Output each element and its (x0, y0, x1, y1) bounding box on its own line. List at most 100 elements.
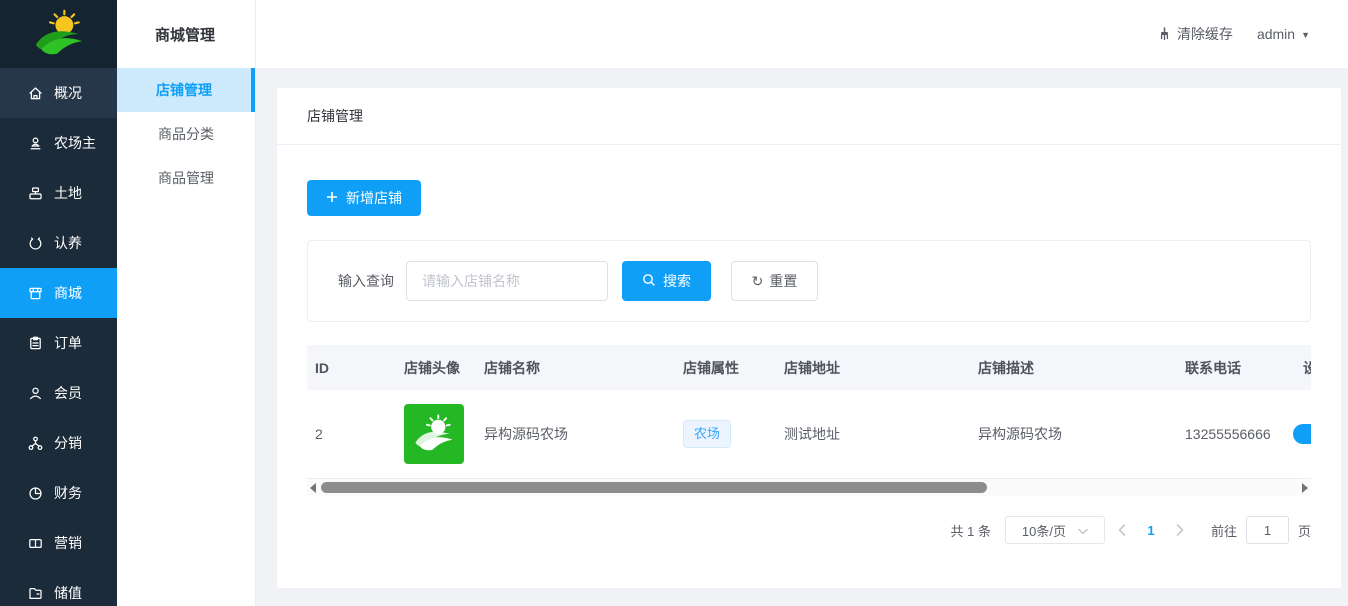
land-icon (27, 185, 44, 202)
sidebar-item-label: 认养 (54, 233, 82, 253)
username: admin (1257, 26, 1295, 42)
sub-sidebar: 商城管理 店铺管理 商品分类 商品管理 (117, 0, 256, 606)
horizontal-scrollbar (307, 479, 1311, 496)
cell-id: 2 (307, 426, 396, 442)
goto-page-input[interactable] (1246, 516, 1289, 544)
header-avatar: 店铺头像 (396, 358, 476, 378)
caret-down-icon: ▼ (1301, 30, 1310, 40)
member-icon (27, 385, 44, 402)
cell-address: 测试地址 (776, 424, 970, 444)
farmer-icon (27, 135, 44, 152)
search-button[interactable]: 搜索 (622, 261, 711, 301)
cell-store-name: 异构源码农场 (476, 424, 675, 444)
store-table: ID 店铺头像 店铺名称 店铺属性 店铺地址 店铺描述 联系电话 设置 2 (307, 345, 1311, 496)
sidebar-item-label: 订单 (54, 333, 82, 353)
sidebar-item-adopt[interactable]: 认养 (0, 218, 117, 268)
farm-logo-icon (30, 9, 88, 59)
page-title: 店铺管理 (307, 106, 363, 126)
mall-icon (27, 285, 44, 302)
submenu-title: 商城管理 (117, 0, 255, 68)
attribute-tag: 农场 (683, 420, 731, 448)
header-attribute: 店铺属性 (675, 358, 776, 378)
plus-icon (326, 190, 338, 206)
scroll-left-arrow[interactable] (307, 483, 319, 493)
main-area: 清除缓存 admin ▼ 店铺管理 新增店铺 (256, 0, 1348, 606)
broom-icon (1158, 27, 1171, 41)
sidebar-item-label: 概况 (54, 83, 82, 103)
next-page-button[interactable] (1163, 524, 1197, 536)
header-setting: 设置 (1295, 358, 1311, 378)
sidebar-item-members[interactable]: 会员 (0, 368, 117, 418)
sidebar-item-marketing[interactable]: 营销 (0, 518, 117, 568)
user-menu[interactable]: admin ▼ (1257, 26, 1310, 42)
goto-label: 前往 (1211, 521, 1237, 540)
page-unit-label: 页 (1298, 521, 1311, 540)
store-avatar (404, 404, 464, 464)
scrollbar-track[interactable] (319, 479, 1299, 496)
sidebar-item-label: 财务 (54, 483, 82, 503)
sidebar-nav: 概况 农场主 土地 认养 (0, 68, 117, 606)
search-icon (642, 273, 656, 290)
reset-button[interactable]: ↻ 重置 (731, 261, 818, 301)
card-header: 店铺管理 (277, 88, 1341, 145)
header-id: ID (307, 360, 396, 376)
setting-toggle[interactable] (1293, 424, 1311, 444)
sidebar-item-mall[interactable]: 商城 (0, 268, 117, 318)
cell-setting (1295, 424, 1311, 444)
submenu-item-store-management[interactable]: 店铺管理 (117, 68, 255, 112)
header-name: 店铺名称 (476, 358, 675, 378)
clear-cache-label: 清除缓存 (1177, 24, 1233, 44)
marketing-icon (27, 535, 44, 552)
submenu-item-goods-category[interactable]: 商品分类 (117, 112, 255, 156)
scrollbar-thumb[interactable] (321, 482, 987, 493)
distribution-icon (27, 435, 44, 452)
sidebar-item-label: 储值 (54, 583, 82, 603)
add-store-label: 新增店铺 (346, 188, 402, 208)
cell-attribute: 农场 (675, 420, 776, 448)
sidebar-item-finance[interactable]: 财务 (0, 468, 117, 518)
prev-page-button[interactable] (1105, 524, 1139, 536)
reset-button-label: 重置 (769, 271, 797, 291)
store-management-card: 店铺管理 新增店铺 输入查询 (277, 88, 1341, 588)
search-button-label: 搜索 (663, 271, 691, 291)
scroll-right-arrow[interactable] (1299, 483, 1311, 493)
table-header-row: ID 店铺头像 店铺名称 店铺属性 店铺地址 店铺描述 联系电话 设置 (307, 345, 1311, 390)
cell-avatar (396, 404, 476, 464)
pagination: 共 1 条 10条/页 1 (307, 516, 1311, 544)
sidebar-item-label: 营销 (54, 533, 82, 553)
sidebar-item-distribution[interactable]: 分销 (0, 418, 117, 468)
submenu-item-goods-management[interactable]: 商品管理 (117, 156, 255, 200)
topbar: 清除缓存 admin ▼ (256, 0, 1348, 68)
sidebar-item-label: 土地 (54, 183, 82, 203)
triangle-right-icon (1302, 483, 1308, 493)
cell-phone: 13255556666 (1177, 426, 1295, 442)
sidebar-item-orders[interactable]: 订单 (0, 318, 117, 368)
page-number-1[interactable]: 1 (1139, 523, 1163, 538)
brand-logo[interactable] (0, 0, 117, 68)
content-area: 店铺管理 新增店铺 输入查询 (256, 68, 1348, 606)
chevron-down-icon (1078, 523, 1088, 538)
triangle-left-icon (310, 483, 316, 493)
clear-cache-button[interactable]: 清除缓存 (1158, 24, 1233, 44)
app-layout: 概况 农场主 土地 认养 (0, 0, 1348, 606)
store-name-input[interactable] (406, 261, 608, 301)
sidebar-item-label: 商城 (54, 283, 82, 303)
pagination-total: 共 1 条 (951, 521, 991, 540)
page-size-value: 10条/页 (1022, 521, 1066, 540)
sidebar-item-farmer[interactable]: 农场主 (0, 118, 117, 168)
adopt-icon (27, 235, 44, 252)
sidebar-item-land[interactable]: 土地 (0, 168, 117, 218)
sidebar-item-overview[interactable]: 概况 (0, 68, 117, 118)
chevron-left-icon (1118, 524, 1126, 536)
table-inner: ID 店铺头像 店铺名称 店铺属性 店铺地址 店铺描述 联系电话 设置 2 (307, 345, 1311, 479)
cell-description: 异构源码农场 (970, 424, 1177, 444)
table-row: 2 (307, 390, 1311, 479)
page-size-select[interactable]: 10条/页 (1005, 516, 1105, 544)
order-icon (27, 335, 44, 352)
add-store-button[interactable]: 新增店铺 (307, 180, 421, 216)
sidebar-item-label: 分销 (54, 433, 82, 453)
sidebar-item-stored-value[interactable]: 储值 (0, 568, 117, 606)
finance-icon (27, 485, 44, 502)
home-icon (27, 85, 44, 102)
header-phone: 联系电话 (1177, 358, 1295, 378)
